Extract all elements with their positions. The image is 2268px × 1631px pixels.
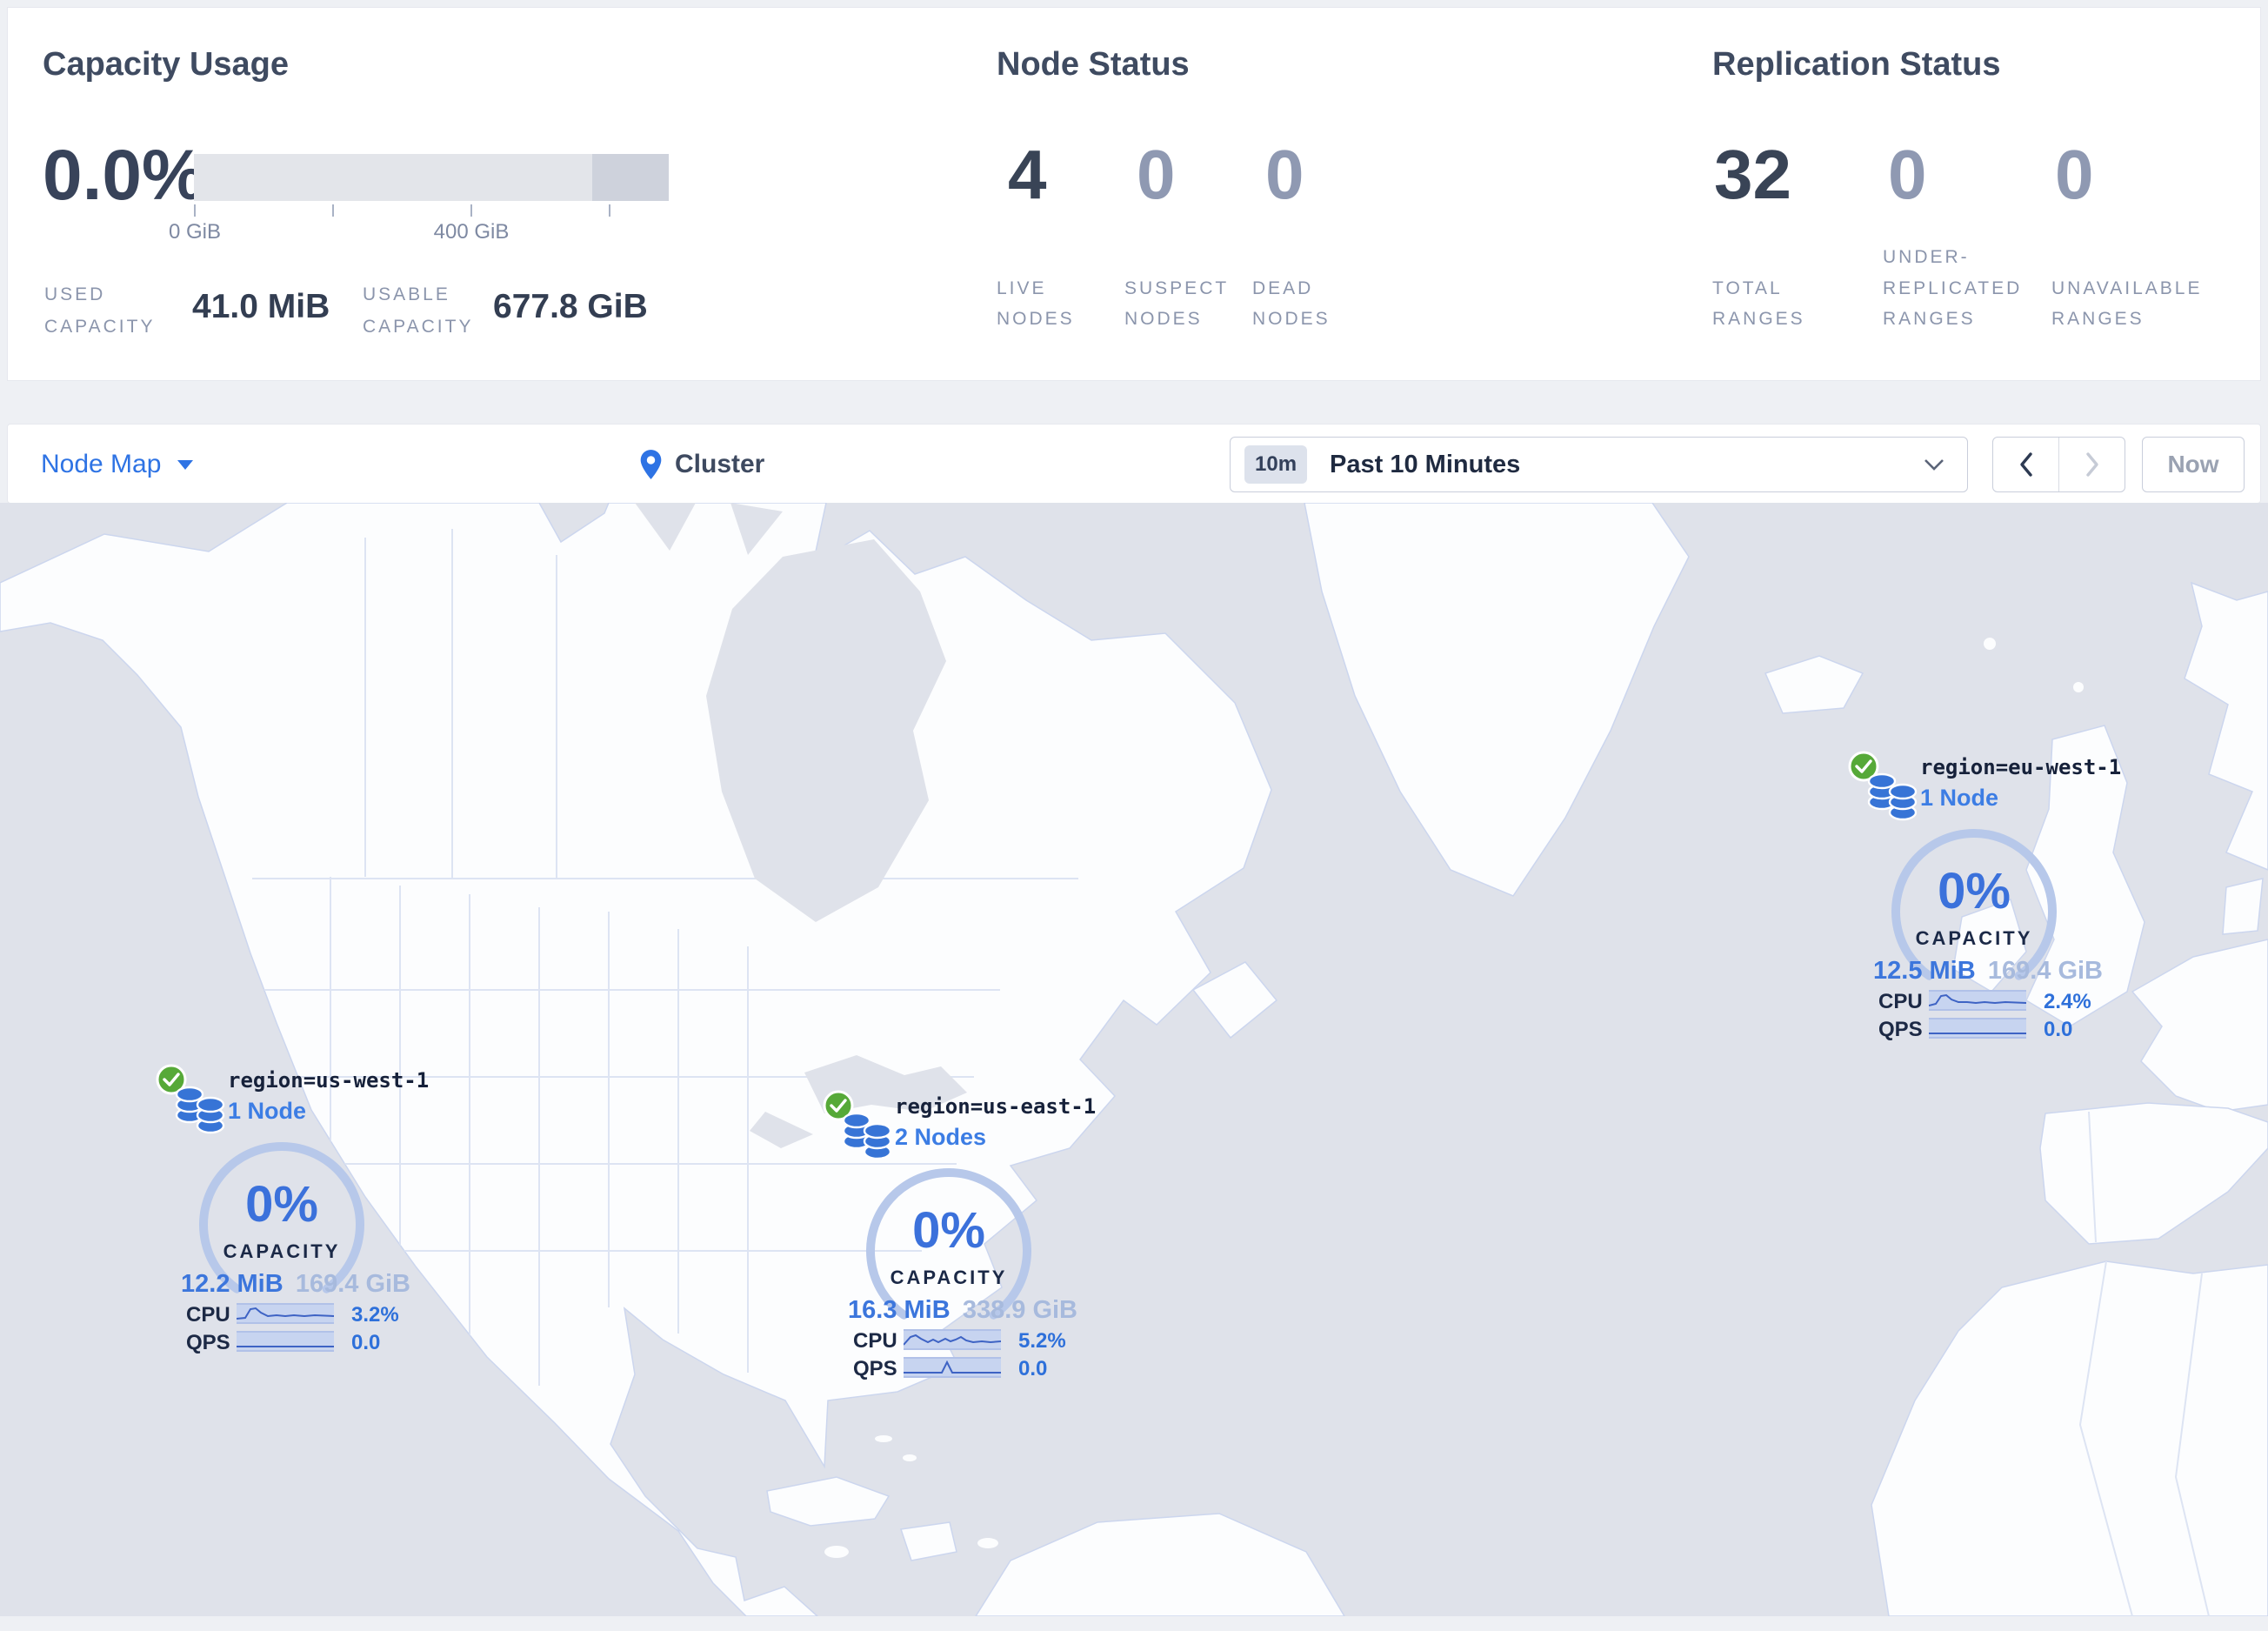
island [824, 1546, 849, 1558]
qps-value: 0.0 [351, 1331, 381, 1354]
time-step-forward-button[interactable] [2059, 438, 2125, 491]
qps-value: 0.0 [2044, 1018, 2073, 1041]
suspect-nodes-label: SUSPECT NODES [1124, 277, 1229, 330]
gauge-caption: CAPACITY [1915, 927, 2033, 949]
summary-panel: Capacity Usage 0.0% 0 GiB 400 GiB USED C… [7, 7, 2261, 381]
region-label: region=us-east-1 [895, 1094, 1097, 1119]
gauge-percent: 0% [1938, 863, 2011, 919]
chevron-right-icon [2085, 452, 2098, 477]
now-button[interactable]: Now [2142, 437, 2245, 492]
world-map [0, 503, 2268, 1616]
dead-nodes-count: 0 [1265, 136, 1304, 213]
region-label: region=eu-west-1 [1920, 755, 2122, 779]
dead-nodes-label: DEAD NODES [1252, 277, 1331, 330]
node-map[interactable]: region=us-west-1 1 Node 0% CAPACITY 12.2… [0, 503, 2268, 1616]
region-nodes-link[interactable]: 1 Node [1920, 785, 1998, 812]
database-stack-icon [842, 1112, 892, 1160]
used-capacity-label: USED CAPACITY [44, 284, 156, 337]
qps-value: 0.0 [1018, 1357, 1048, 1380]
chevron-down-icon [1924, 458, 1944, 471]
gauge-percent: 0% [245, 1176, 318, 1233]
region-card-eu-west-1[interactable]: region=eu-west-1 1 Node 0% CAPACITY 12.5… [1847, 750, 2134, 1042]
cpu-sparkline [1928, 990, 2027, 1011]
qps-sparkline [1929, 1018, 2026, 1039]
usable-capacity-value: 677.8 GiB [493, 288, 648, 325]
qps-label: QPS [186, 1331, 230, 1354]
axis-tick [332, 204, 334, 217]
capacity-used-value: 16.3 MiB [848, 1296, 951, 1324]
island [1984, 638, 1996, 650]
cpu-label: CPU [186, 1303, 230, 1327]
database-stack-icon [1867, 772, 1918, 821]
cpu-value: 5.2% [1018, 1329, 1066, 1353]
gauge-caption: CAPACITY [223, 1240, 341, 1262]
live-nodes-count: 4 [1008, 136, 1047, 213]
capacity-usage-percent: 0.0% [43, 136, 205, 215]
axis-label-start: 0 GiB [168, 220, 222, 244]
qps-label: QPS [853, 1357, 897, 1380]
qps-sparkline [237, 1331, 334, 1352]
unavailable-ranges-label: UNAVAILABLE RANGES [2051, 277, 2203, 330]
island [977, 1538, 998, 1548]
live-nodes-label: LIVE NODES [997, 277, 1075, 330]
axis-label-mid: 400 GiB [433, 220, 510, 244]
region-label: region=us-west-1 [228, 1068, 430, 1093]
axis-tick [194, 204, 196, 217]
unavailable-ranges-count: 0 [2055, 136, 2094, 213]
time-window-label: Past 10 Minutes [1330, 450, 1521, 478]
database-stack-icon [175, 1086, 225, 1134]
axis-tick [470, 204, 472, 217]
breadcrumb[interactable]: Cluster [639, 424, 764, 505]
chevron-down-icon [177, 459, 194, 470]
chevron-left-icon [2019, 452, 2032, 477]
node-status-title: Node Status [997, 46, 1190, 83]
qps-label: QPS [1878, 1018, 1923, 1041]
cpu-value: 3.2% [351, 1303, 399, 1327]
capacity-usage-bar [194, 154, 669, 201]
total-ranges-label: TOTAL RANGES [1712, 277, 1805, 330]
region-card-us-west-1[interactable]: region=us-west-1 1 Node 0% CAPACITY 12.2… [155, 1063, 442, 1355]
under-replicated-label: UNDER-REPLICATED RANGES [1883, 246, 2023, 330]
cpu-sparkline [903, 1329, 1002, 1350]
gauge-caption: CAPACITY [890, 1267, 1008, 1288]
time-window-badge: 10m [1244, 445, 1308, 484]
capacity-used-value: 12.2 MiB [181, 1270, 284, 1298]
cpu-label: CPU [853, 1329, 897, 1353]
view-selector-label: Node Map [41, 450, 162, 478]
capacity-usable-segment [592, 154, 669, 201]
capacity-usable-value: 169.4 GiB [295, 1270, 410, 1298]
location-pin-icon [640, 450, 662, 479]
cpu-label: CPU [1878, 990, 1923, 1013]
region-nodes-link[interactable]: 2 Nodes [895, 1124, 986, 1151]
land-denmark [2222, 878, 2264, 935]
capacity-usable-value: 338.9 GiB [962, 1296, 1077, 1324]
view-selector-dropdown[interactable]: Node Map [41, 424, 194, 505]
time-step-back-button[interactable] [1993, 438, 2059, 491]
capacity-used-value: 12.5 MiB [1873, 957, 1976, 985]
time-step-buttons [1992, 437, 2125, 492]
qps-sparkline [904, 1357, 1001, 1378]
total-ranges-count: 32 [1714, 136, 1791, 213]
time-window-selector[interactable]: 10m Past 10 Minutes [1230, 437, 1968, 492]
axis-tick [609, 204, 610, 217]
under-replicated-count: 0 [1888, 136, 1927, 213]
island [903, 1454, 917, 1461]
region-card-us-east-1[interactable]: region=us-east-1 2 Nodes 0% CAPACITY 16.… [822, 1089, 1109, 1381]
island [2073, 682, 2084, 692]
breadcrumb-cluster-label: Cluster [675, 450, 765, 478]
map-toolbar: Node Map Cluster 10m Past 10 Minutes Now [7, 424, 2261, 504]
cpu-value: 2.4% [2044, 990, 2091, 1013]
capacity-usage-title: Capacity Usage [43, 46, 290, 83]
suspect-nodes-count: 0 [1137, 136, 1176, 213]
region-nodes-link[interactable]: 1 Node [228, 1098, 306, 1125]
usable-capacity-label: USABLE CAPACITY [363, 284, 474, 337]
gauge-percent: 0% [912, 1202, 985, 1259]
capacity-usable-value: 169.4 GiB [1987, 957, 2103, 985]
used-capacity-value: 41.0 MiB [192, 288, 330, 325]
island [875, 1435, 892, 1442]
replication-status-title: Replication Status [1712, 46, 2001, 83]
cpu-sparkline [236, 1303, 335, 1324]
